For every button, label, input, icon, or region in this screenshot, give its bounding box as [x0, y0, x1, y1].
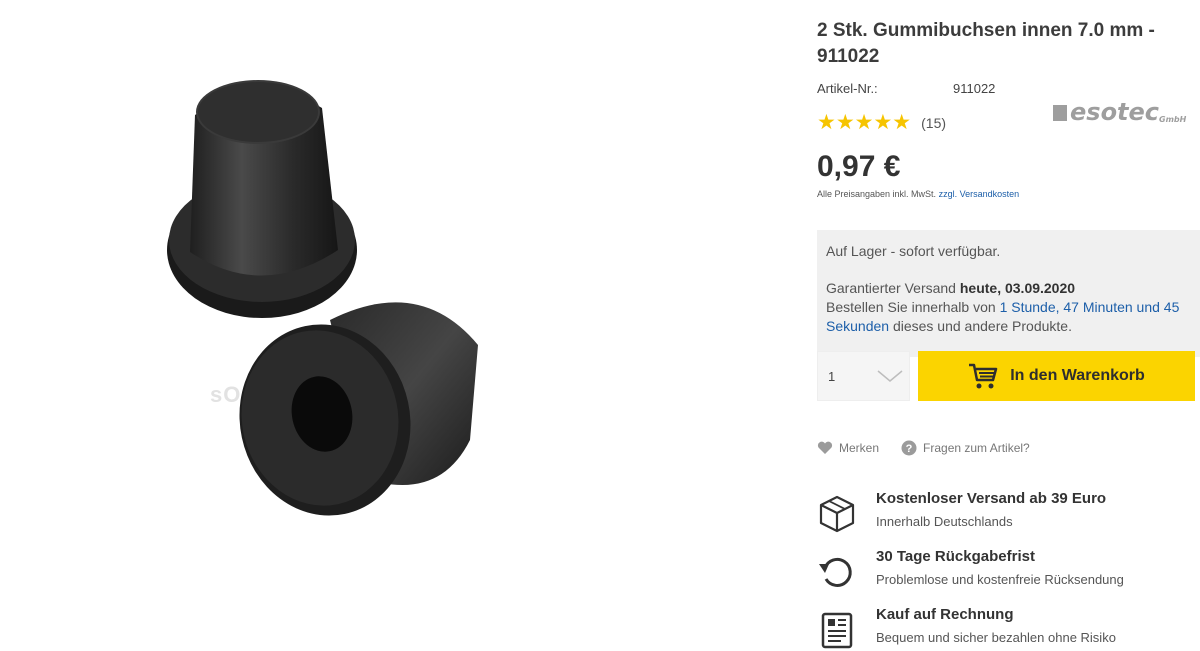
price-note: Alle Preisangaben inkl. MwSt. zzgl. Vers… — [817, 189, 1019, 199]
delivery-info: Auf Lager - sofort verfügbar. Garantiert… — [817, 230, 1200, 357]
brand-logo[interactable]: esotecGmbH — [1053, 98, 1186, 126]
return-icon — [819, 557, 852, 587]
benefit-subtitle: Problemlose und kostenfreie Rücksendung — [876, 572, 1124, 587]
box-icon — [819, 495, 855, 533]
benefit-title: 30 Tage Rückgabefrist — [876, 548, 1035, 565]
benefit-invoice: Kauf auf Rechnung Bequem und sicher beza… — [817, 606, 1200, 651]
chevron-down-icon — [877, 370, 903, 382]
benefit-title: Kauf auf Rechnung — [876, 606, 1014, 623]
question-link[interactable]: ? Fragen zum Artikel? — [901, 440, 1030, 456]
rating-stars-icon: ★★★★★ — [817, 111, 912, 134]
buy-box: 2 Stk. Gummibuchsen innen 7.0 mm - 91102… — [817, 18, 1200, 649]
quantity-value: 1 — [828, 368, 836, 384]
product-price: 0,97 € — [817, 150, 901, 183]
price-note-text: Alle Preisangaben inkl. MwSt. — [817, 189, 939, 199]
rubber-bushing-image — [167, 80, 478, 516]
brand-logo-mark-icon — [1053, 105, 1067, 121]
product-title: 2 Stk. Gummibuchsen innen 7.0 mm - 91102… — [817, 20, 1155, 67]
order-deadline: Bestellen Sie innerhalb von 1 Stunde, 47… — [826, 298, 1191, 336]
product-image: sO — [0, 0, 790, 651]
wishlist-link[interactable]: Merken — [817, 441, 879, 455]
review-count[interactable]: (15) — [921, 115, 946, 131]
benefit-subtitle: Bequem und sicher bezahlen ohne Risiko — [876, 630, 1116, 645]
order-prefix: Bestellen Sie innerhalb von — [826, 299, 1000, 315]
shipping-costs-link[interactable]: zzgl. Versandkosten — [939, 189, 1020, 199]
question-icon: ? — [901, 440, 917, 456]
guarantee-date: heute, 03.09.2020 — [959, 280, 1076, 296]
heart-icon — [817, 441, 833, 454]
brand-name: esotec — [1070, 98, 1160, 126]
add-to-cart-label: In den Warenkorb — [1010, 367, 1145, 384]
availability-status: Auf Lager - sofort verfügbar. — [826, 243, 1001, 259]
article-number-value: 911022 — [953, 81, 996, 96]
benefit-title: Kostenloser Versand ab 39 Euro — [876, 490, 1107, 507]
article-number-label: Artikel-Nr.: — [817, 81, 878, 96]
order-suffix: dieses und andere Produkte. — [889, 318, 1072, 334]
wishlist-label: Merken — [839, 441, 880, 455]
shopping-cart-icon — [969, 363, 998, 389]
question-label: Fragen zum Artikel? — [923, 441, 1030, 455]
product-actions: Merken ? Fragen zum Artikel? — [817, 440, 1052, 456]
image-watermark: sO — [210, 382, 242, 407]
quantity-select[interactable]: 1 — [817, 351, 910, 401]
guarantee-line: Garantierter Versand heute, 03.09.2020 — [826, 279, 1191, 298]
benefit-subtitle: Innerhalb Deutschlands — [876, 514, 1013, 529]
guarantee-prefix: Garantierter Versand — [826, 280, 960, 296]
benefit-return: 30 Tage Rückgabefrist Problemlose und ko… — [817, 548, 1200, 598]
brand-suffix: GmbH — [1159, 115, 1187, 124]
benefit-free-shipping: Kostenloser Versand ab 39 Euro Innerhalb… — [817, 490, 1200, 540]
invoice-icon — [821, 612, 853, 649]
svg-text:?: ? — [906, 443, 913, 455]
rating[interactable]: ★★★★★ (15) — [817, 111, 946, 134]
add-to-cart-button[interactable]: In den Warenkorb — [918, 351, 1195, 401]
